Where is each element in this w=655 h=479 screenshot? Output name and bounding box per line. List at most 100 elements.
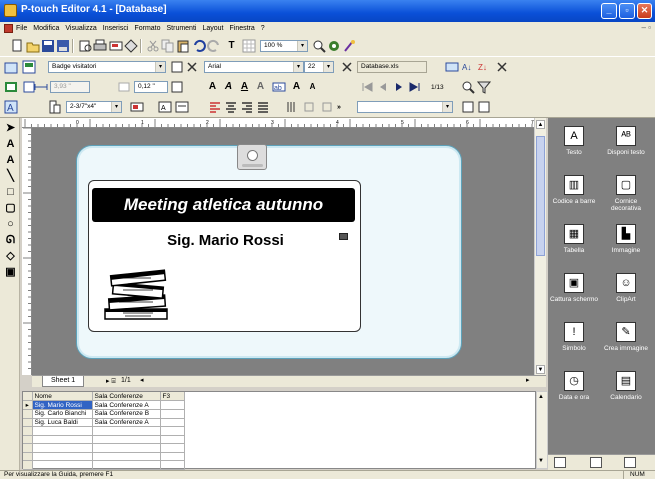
badge-template[interactable]: Meeting atletica autunno Sig. Mario Ross… [76,144,462,359]
table-row[interactable] [23,435,185,444]
close-panel-icon[interactable] [185,60,199,74]
length-field[interactable]: 3,93 " [50,81,90,93]
font-outline-icon[interactable]: A [254,81,267,93]
page-setup-icon[interactable] [22,60,36,74]
db-view-icon[interactable] [461,100,475,114]
table-cell[interactable] [92,443,161,453]
menu-item--[interactable]: ? [261,23,265,35]
table-row[interactable] [23,426,185,436]
frame-tool-icon[interactable]: ▣ [4,266,17,279]
zoom-select[interactable]: 100 % ▾ [260,40,308,52]
table-cell[interactable] [160,409,185,419]
menu-item-file[interactable]: File [16,23,27,35]
layout-style-select[interactable]: Badge visitatori ▾ [48,61,166,73]
sheet-tab[interactable]: Sheet 1 [42,376,85,387]
column-header[interactable]: F3 [160,392,185,401]
font-underline-icon[interactable]: A [238,81,251,93]
text-spacing-icon[interactable] [320,100,334,114]
table-cell[interactable] [92,435,161,444]
redo-icon[interactable] [207,39,221,53]
table-row[interactable] [23,452,185,461]
table-cell[interactable] [160,460,185,470]
new-icon[interactable] [10,39,24,53]
text-rotate-icon[interactable] [302,100,316,114]
table-cell[interactable]: Sala Conferenze A [92,418,161,427]
text-align-left-icon[interactable]: A [158,100,172,114]
table-cell[interactable] [32,435,93,444]
table-cell[interactable] [32,460,93,470]
table-cell[interactable] [160,452,185,461]
print-preview-icon[interactable] [78,39,92,53]
table-cell[interactable]: Sala Conferenze A [92,400,161,410]
save-icon[interactable] [41,39,55,53]
first-record-icon[interactable] [360,80,374,94]
margin-field[interactable]: 0,12 " [134,81,168,93]
label-canvas[interactable]: Meeting atletica autunno Sig. Mario Ross… [32,128,534,375]
layout-props-icon[interactable] [4,61,18,75]
close-font-panel-icon[interactable] [340,60,354,74]
search-icon[interactable] [461,80,475,94]
font-italic-icon[interactable]: A [222,81,235,93]
row-header[interactable] [23,409,33,419]
palette-item-cattura-schermo[interactable]: ▣ Cattura schermo [548,273,600,303]
palette-item-clipart[interactable]: ☺ ClipArt [600,273,652,303]
label-area[interactable]: Meeting atletica autunno Sig. Mario Ross… [88,180,361,332]
font-select[interactable]: Arial ▾ [204,61,304,73]
close-db-panel-icon[interactable] [495,60,509,74]
menu-item-visualizza[interactable]: Visualizza [65,23,96,35]
palette-item-tabella[interactable]: ▦ Tabella [548,224,600,254]
database-icon[interactable] [4,80,18,94]
arc-tool-icon[interactable]: ᘏ [4,234,17,247]
table-row[interactable]: Sig. Carlo Bianchi Sala Conferenze B [23,409,185,419]
mdi-controls[interactable]: – ▫ [641,23,651,32]
column-header[interactable]: Nome [32,392,93,401]
document-icon[interactable] [4,24,13,33]
align-left-icon[interactable] [208,100,222,114]
transfer-icon[interactable] [124,39,138,53]
text-fit-icon[interactable] [175,100,189,114]
table-cell[interactable]: Sig. Carlo Bianchi [32,409,93,419]
font-grow-icon[interactable]: A [290,81,303,93]
font-size-select[interactable]: 22 ▾ [304,61,334,73]
font-regular-icon[interactable]: A [206,81,219,93]
table-row[interactable] [23,443,185,453]
sort-desc-icon[interactable]: Z↓ [477,60,491,74]
label-icon[interactable] [109,39,123,53]
margin-icon[interactable] [117,80,131,94]
minimize-button[interactable]: _ [601,3,617,19]
grid-vertical-scrollbar[interactable]: ▲ ▼ [536,391,548,469]
new-sheet-icon[interactable]: ▸ ⌸ [106,377,116,386]
row-header[interactable] [23,418,33,427]
font-shrink-icon[interactable]: A [306,81,319,93]
save-all-icon[interactable] [56,39,70,53]
text-frame-icon[interactable]: A [4,100,18,114]
tape-format-icon[interactable] [130,100,144,114]
table-cell[interactable] [32,426,93,436]
text-tool-icon[interactable]: T [225,40,238,52]
sort-asc-icon[interactable]: A↓ [461,60,475,74]
prev-record-icon[interactable] [376,80,390,94]
more-icon[interactable]: » [337,104,341,111]
palette-item-data-e-ora[interactable]: ◷ Data e ora [548,371,600,401]
align-right-icon[interactable] [240,100,254,114]
row-header[interactable] [23,460,33,470]
rectangle-tool-icon[interactable]: □ [4,186,17,199]
paste-icon[interactable] [176,39,190,53]
palette-item-simbolo[interactable]: ! Simbolo [548,322,600,352]
zoom-out-icon[interactable] [312,39,326,53]
align-center-icon[interactable] [224,100,238,114]
column-header[interactable]: Sala Conferenze [92,392,161,401]
palette-view-icon[interactable] [554,457,566,468]
palette-add-icon[interactable] [590,457,602,468]
palette-item-testo[interactable]: A Testo [548,126,600,156]
menu-item-strumenti[interactable]: Strumenti [167,23,197,35]
text-effect-icon[interactable]: ab [272,80,286,94]
table-row[interactable]: ▸ Sig. Mario Rossi Sala Conferenze A [23,400,185,410]
palette-item-immagine[interactable]: ▙ Immagine [600,224,652,254]
line-tool-icon[interactable]: ╲ [4,170,17,183]
palette-options-icon[interactable] [624,457,636,468]
table-cell[interactable] [160,426,185,436]
close-button[interactable]: ✕ [637,3,652,19]
event-title[interactable]: Meeting atletica autunno [92,188,355,222]
last-record-icon[interactable] [408,80,422,94]
